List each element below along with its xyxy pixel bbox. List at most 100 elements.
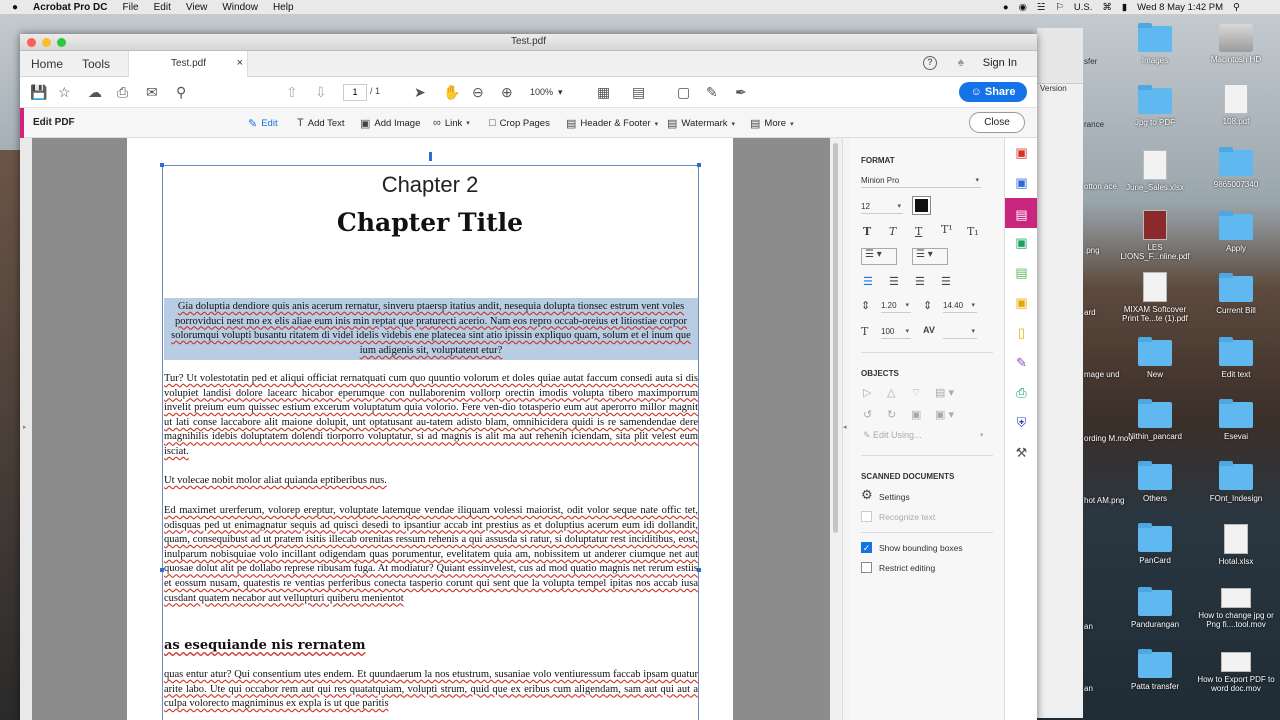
- line-spacing-select[interactable]: 1.20 ▾: [881, 299, 911, 313]
- desktop-icon[interactable]: June_Sales.xlsx: [1115, 150, 1195, 192]
- rotate-right-icon[interactable]: ↻: [887, 408, 896, 421]
- desktop-icon[interactable]: Hotal.xlsx: [1196, 524, 1276, 566]
- superscript-icon[interactable]: T¹: [941, 223, 953, 236]
- rotate-handle[interactable]: [429, 152, 432, 161]
- sign-icon[interactable]: ✒: [735, 84, 747, 101]
- email-icon[interactable]: ✉: [146, 84, 158, 101]
- align-center-icon[interactable]: ☰: [889, 275, 899, 288]
- spotlight-icon[interactable]: ⚲: [1233, 2, 1240, 13]
- combine-files-icon[interactable]: ▣: [1005, 228, 1037, 258]
- show-bounding-boxes-checkbox[interactable]: ✓: [861, 542, 872, 553]
- more-tools-icon[interactable]: ⚒: [1005, 438, 1037, 468]
- desktop-icon[interactable]: Macintosh HD: [1196, 24, 1276, 64]
- share-button[interactable]: ☺ Share: [959, 82, 1027, 102]
- zoom-out-icon[interactable]: ⊖: [472, 84, 484, 101]
- record-icon[interactable]: ●: [1003, 2, 1009, 13]
- chapter-title[interactable]: Chapter Title: [127, 208, 733, 237]
- comment-pdf-icon[interactable]: ▣: [1005, 288, 1037, 318]
- selected-paragraph[interactable]: Gia doluptia dendiore quis anis acerum r…: [164, 298, 698, 361]
- underline-text-icon[interactable]: T: [915, 225, 922, 238]
- numbered-list-icon[interactable]: ☰ ▾: [912, 248, 948, 265]
- scroll-mode-icon[interactable]: ▤: [632, 84, 645, 101]
- section-heading[interactable]: as esequiande nis rernatem: [164, 638, 365, 653]
- crop-image-icon[interactable]: ⌔: [911, 386, 921, 400]
- wifi-icon[interactable]: ☱: [1037, 2, 1046, 13]
- expand-left-icon[interactable]: ▸: [23, 423, 27, 431]
- align-left-icon[interactable]: ☰: [863, 275, 873, 288]
- settings-link[interactable]: Settings: [879, 492, 910, 502]
- pdf-page[interactable]: Chapter 2 Chapter Title Gia doluptia den…: [127, 138, 733, 720]
- zoom-level-select[interactable]: 100% ▾: [530, 84, 580, 101]
- desktop-icon[interactable]: Others: [1115, 461, 1195, 503]
- desktop-icon[interactable]: Esevai: [1196, 399, 1276, 441]
- crop-pages-button[interactable]: □ Crop Pages: [489, 117, 550, 129]
- flag-icon[interactable]: ⚐: [1055, 2, 1064, 13]
- add-text-button[interactable]: T Add Text: [297, 117, 345, 129]
- flip-vertical-icon[interactable]: ▷: [863, 386, 871, 399]
- select-cursor-icon[interactable]: ➤: [414, 84, 426, 101]
- edit-tool-button[interactable]: ✎ Edit: [248, 117, 278, 130]
- desktop-icon[interactable]: Images: [1115, 23, 1195, 65]
- hand-tool-icon[interactable]: ✋: [443, 84, 460, 101]
- help-icon[interactable]: ?: [923, 56, 937, 70]
- gear-icon[interactable]: ⚙: [861, 487, 873, 503]
- battery-icon[interactable]: ▮: [1122, 2, 1127, 13]
- align-objects-icon[interactable]: ▤ ▾: [935, 386, 954, 399]
- watermark-button[interactable]: ▤ Watermark ▾: [667, 117, 735, 130]
- menu-edit[interactable]: Edit: [154, 2, 171, 13]
- desktop-icon[interactable]: FOnt_Indesign: [1196, 461, 1276, 503]
- upload-cloud-icon[interactable]: ☁: [88, 84, 102, 101]
- save-icon[interactable]: 💾: [30, 84, 47, 101]
- italic-text-icon[interactable]: T: [889, 225, 896, 238]
- body-paragraph[interactable]: Ed maximet urerferum, volorep ereptur, v…: [164, 504, 698, 606]
- zoom-in-icon[interactable]: ⊕: [501, 84, 513, 101]
- print-icon[interactable]: ⎙: [117, 84, 128, 101]
- window-titlebar[interactable]: Test.pdf: [20, 34, 1037, 51]
- desktop-icon[interactable]: 9865007340: [1196, 147, 1276, 189]
- highlight-pen-icon[interactable]: ✎: [706, 84, 718, 101]
- arrange-objects-icon[interactable]: ▣ ▾: [935, 408, 954, 421]
- desktop-icon[interactable]: 108.pdf: [1196, 84, 1276, 126]
- sticky-note-icon[interactable]: ▯: [1005, 318, 1037, 348]
- rotate-left-icon[interactable]: ↺: [863, 408, 872, 421]
- tab-home[interactable]: Home: [31, 57, 63, 71]
- align-right-icon[interactable]: ☰: [915, 275, 925, 288]
- bullet-list-icon[interactable]: ☰ ▾: [861, 248, 897, 265]
- page-number-input[interactable]: 1: [343, 84, 367, 101]
- menu-view[interactable]: View: [186, 2, 208, 13]
- font-size-select[interactable]: 12 ▾: [861, 200, 903, 214]
- more-button[interactable]: ▤ More ▾: [750, 117, 794, 130]
- search-icon[interactable]: ⚲: [176, 84, 186, 101]
- menu-app-name[interactable]: Acrobat Pro DC: [33, 2, 107, 13]
- right-pane-toggle[interactable]: ◂: [842, 138, 850, 720]
- resize-handle[interactable]: [697, 163, 701, 167]
- paragraph-spacing-select[interactable]: 14.40 ▾: [943, 299, 977, 313]
- flip-horizontal-icon[interactable]: △: [887, 386, 895, 399]
- subscript-icon[interactable]: T₁: [967, 225, 979, 238]
- body-paragraph[interactable]: quas entur atur? Qui consentium utes end…: [164, 668, 698, 712]
- link-button[interactable]: ∞ Link ▾: [433, 117, 470, 129]
- replace-image-icon[interactable]: ▣: [911, 408, 921, 421]
- menu-file[interactable]: File: [123, 2, 139, 13]
- recognize-text-checkbox[interactable]: [861, 511, 872, 522]
- desktop-icon[interactable]: Jpg to PDF: [1115, 85, 1195, 127]
- horizontal-scale-select[interactable]: 100 ▾: [881, 325, 911, 339]
- add-image-button[interactable]: ▣ Add Image: [360, 117, 420, 130]
- collapse-right-icon[interactable]: ◂: [843, 423, 847, 431]
- desktop-icon[interactable]: Apply: [1196, 211, 1276, 253]
- comment-icon[interactable]: ▢: [677, 84, 690, 101]
- chapter-number[interactable]: Chapter 2: [127, 172, 733, 198]
- header-footer-button[interactable]: ▤ Header & Footer ▾: [566, 117, 658, 130]
- body-paragraph[interactable]: Ut volecae nobit molor aliat quianda ept…: [164, 474, 698, 489]
- export-pdf-icon[interactable]: ▣: [1005, 168, 1037, 198]
- scrollbar-thumb[interactable]: [833, 143, 838, 533]
- print-production-icon[interactable]: ⎙: [1005, 378, 1037, 408]
- creative-cloud-icon[interactable]: ◉: [1019, 2, 1027, 13]
- restrict-editing-checkbox[interactable]: [861, 562, 872, 573]
- document-viewport[interactable]: Chapter 2 Chapter Title Gia doluptia den…: [32, 138, 842, 720]
- align-justify-icon[interactable]: ☰: [941, 275, 951, 288]
- text-color-swatch[interactable]: [912, 196, 931, 215]
- protect-shield-icon[interactable]: ⛨: [1005, 408, 1037, 438]
- edit-pdf-icon[interactable]: ▤: [1005, 198, 1037, 228]
- desktop-icon[interactable]: New: [1115, 337, 1195, 379]
